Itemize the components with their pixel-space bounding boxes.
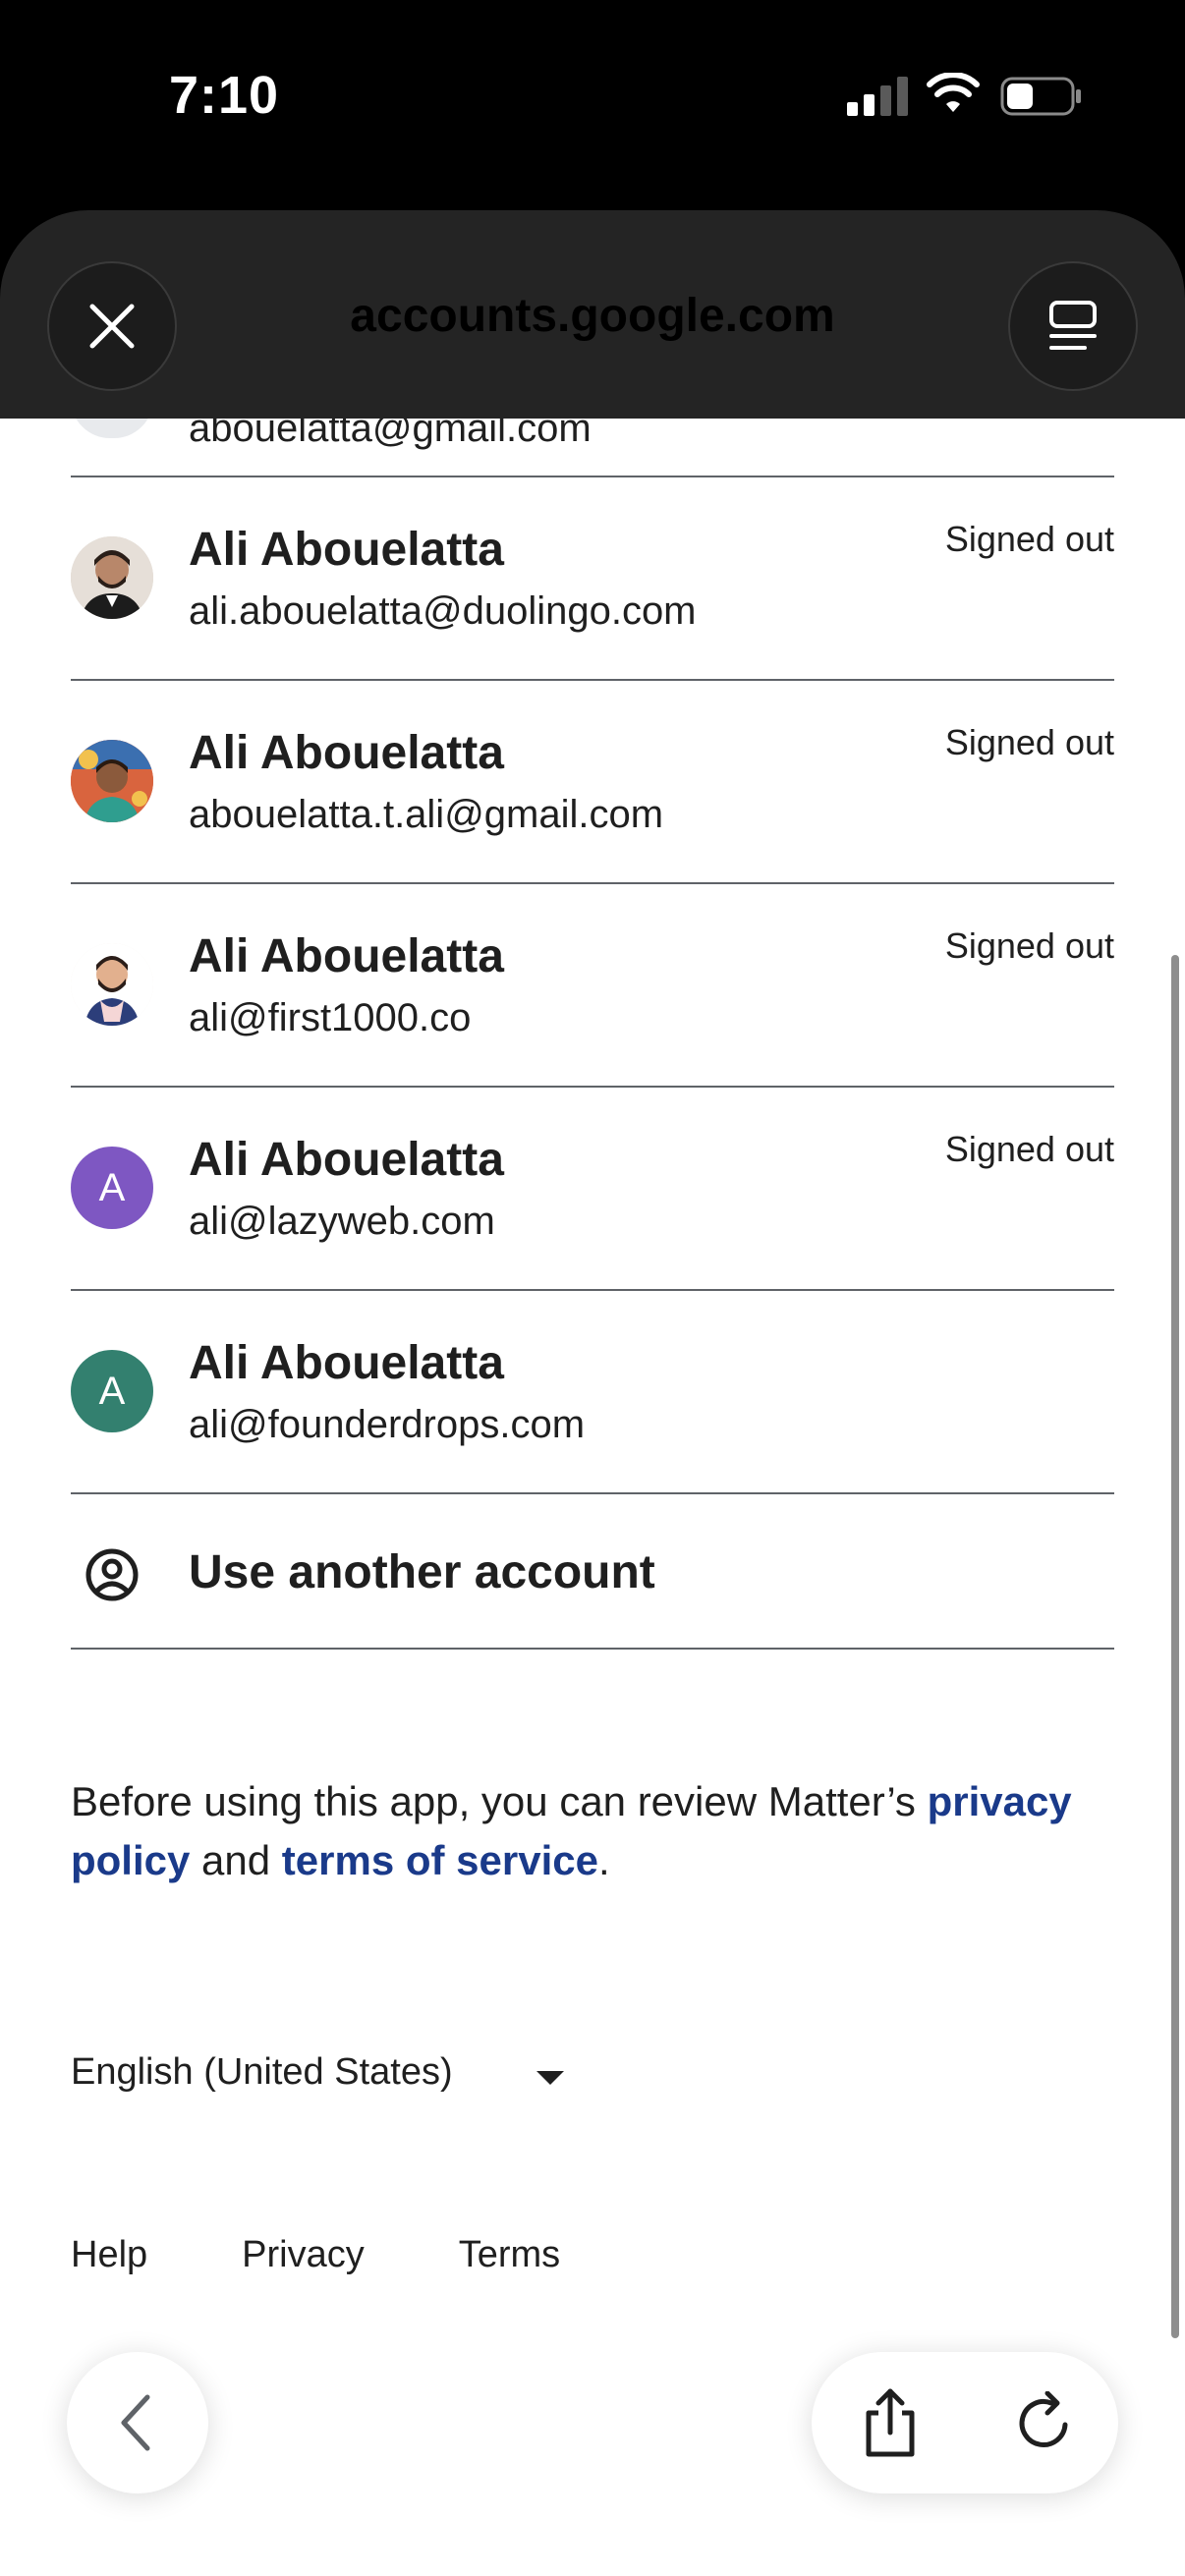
avatar: A: [71, 1350, 153, 1432]
use-another-account-button[interactable]: Use another account: [71, 1494, 1114, 1650]
account-email: abouelatta.t.ali@gmail.com: [189, 793, 664, 836]
account-name: Ali Abouelatta: [189, 524, 504, 576]
use-another-account-label: Use another account: [189, 1546, 655, 1598]
browser-actions: [812, 2352, 1118, 2493]
account-circle-icon: [85, 1548, 139, 1601]
account-email: ali@lazyweb.com: [189, 1200, 495, 1243]
account-status: Signed out: [944, 519, 1114, 559]
account-row-founderdrops[interactable]: A Ali Abouelatta ali@founderdrops.com: [71, 1291, 1114, 1494]
reader-mode-button[interactable]: [1008, 261, 1138, 391]
help-link[interactable]: Help: [71, 2234, 147, 2276]
terms-link[interactable]: Terms: [459, 2234, 560, 2276]
close-button[interactable]: [47, 261, 177, 391]
account-status: Signed out: [944, 925, 1114, 966]
avatar: [71, 740, 153, 822]
caret-down-icon: [536, 2071, 564, 2085]
profile-cartoon-icon: [71, 943, 153, 1026]
avatar: [71, 419, 153, 438]
page-content: abouelatta@gmail.com Ali Abouelatta ali.…: [0, 419, 1185, 2576]
battery-icon: [1000, 77, 1081, 116]
browser-header: accounts.google.com: [0, 210, 1185, 419]
status-bar: 7:10: [0, 0, 1185, 196]
reload-button[interactable]: [994, 2374, 1093, 2472]
status-time: 7:10: [169, 66, 280, 125]
avatar-letter: A: [98, 1165, 126, 1209]
privacy-suffix: .: [597, 1837, 610, 1883]
chevron-left-icon: [121, 2394, 150, 2451]
scrollbar[interactable]: [1171, 955, 1179, 2338]
terms-of-service-link[interactable]: terms of service: [282, 1837, 598, 1883]
cellular-signal-icon: [847, 77, 908, 116]
account-name: Ali Abouelatta: [189, 727, 504, 779]
account-row-first1000[interactable]: Ali Abouelatta ali@first1000.co Signed o…: [71, 884, 1114, 1088]
profile-photo-icon: [71, 536, 153, 619]
reader-mode-icon: [1049, 301, 1097, 350]
language-selected: English (United States): [71, 2051, 453, 2093]
avatar: A: [71, 1147, 153, 1229]
page-url-title[interactable]: accounts.google.com: [0, 289, 1185, 343]
avatar: [71, 536, 153, 619]
account-row-duolingo[interactable]: Ali Abouelatta ali.abouelatta@duolingo.c…: [71, 477, 1114, 681]
account-name: Ali Abouelatta: [189, 930, 504, 982]
footer-links: Help Privacy Terms: [71, 2234, 654, 2276]
account-email: ali@first1000.co: [189, 996, 472, 1039]
avatar: [71, 943, 153, 1026]
account-name: Ali Abouelatta: [189, 1337, 504, 1389]
wifi-icon: [927, 73, 980, 112]
privacy-link[interactable]: Privacy: [242, 2234, 365, 2276]
privacy-prefix: Before using this app, you can review Ma…: [71, 1778, 928, 1824]
account-email: ali.abouelatta@duolingo.com: [189, 589, 697, 633]
back-button[interactable]: [67, 2352, 208, 2493]
share-button[interactable]: [841, 2374, 939, 2472]
partial-account-row[interactable]: abouelatta@gmail.com: [71, 419, 1114, 477]
account-list: Ali Abouelatta ali.abouelatta@duolingo.c…: [71, 477, 1114, 1650]
avatar-letter: A: [98, 1369, 126, 1413]
account-email: ali@founderdrops.com: [189, 1403, 586, 1446]
account-row-lazyweb[interactable]: A Ali Abouelatta ali@lazyweb.com Signed …: [71, 1088, 1114, 1291]
profile-illustration-icon: [71, 740, 153, 822]
reload-icon: [1019, 2391, 1068, 2447]
partial-account-email: abouelatta@gmail.com: [189, 419, 592, 450]
account-name: Ali Abouelatta: [189, 1134, 504, 1186]
privacy-notice: Before using this app, you can review Ma…: [71, 1772, 1114, 1890]
account-status: Signed out: [944, 722, 1114, 762]
share-icon: [866, 2388, 915, 2457]
account-row-gmail[interactable]: Ali Abouelatta abouelatta.t.ali@gmail.co…: [71, 681, 1114, 884]
close-icon: [89, 304, 135, 349]
privacy-middle: and: [190, 1837, 282, 1883]
account-status: Signed out: [944, 1129, 1114, 1169]
language-select[interactable]: English (United States): [71, 2042, 582, 2120]
